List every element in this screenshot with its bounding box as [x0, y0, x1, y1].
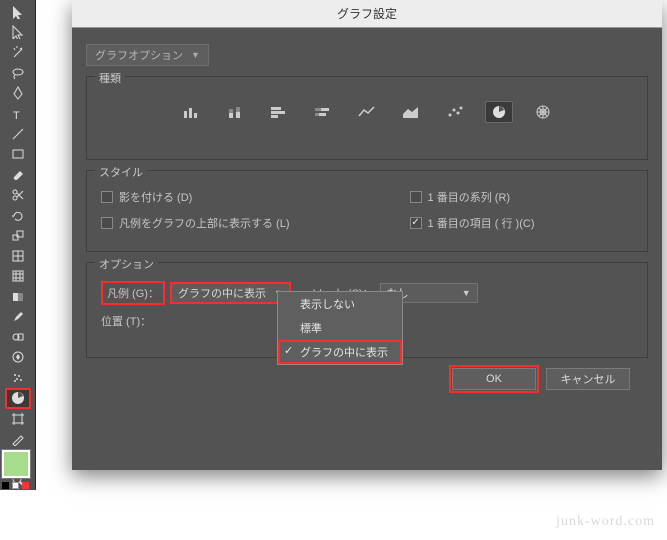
- cancel-button[interactable]: キャンセル: [546, 368, 630, 390]
- tool-rotate[interactable]: [5, 205, 31, 225]
- legend-option-inside[interactable]: ✓ グラフの中に表示: [278, 340, 402, 364]
- graph-settings-dialog: グラフ設定 グラフオプション ▼ 種類 スタイル: [72, 0, 662, 470]
- chart-type-row: [101, 95, 633, 139]
- charttype-pie[interactable]: [485, 101, 513, 123]
- tool-selection[interactable]: [5, 2, 31, 22]
- check-shadow-label: 影を付ける (D): [119, 189, 192, 205]
- check-first-series[interactable]: 1 番目の系列 (R): [410, 189, 633, 205]
- charttype-scatter[interactable]: [441, 101, 469, 123]
- checkbox-icon: [410, 217, 422, 229]
- tool-line[interactable]: [5, 124, 31, 144]
- charttype-stacked-column[interactable]: [221, 101, 249, 123]
- legend-select-value: グラフの中に表示: [178, 285, 266, 301]
- tool-eyedrop[interactable]: [5, 307, 31, 327]
- legend-option-none[interactable]: 表示しない: [278, 292, 402, 316]
- tool-mesh[interactable]: [5, 266, 31, 286]
- tool-graph[interactable]: [5, 388, 31, 409]
- tool-artboard[interactable]: [5, 409, 31, 429]
- app-toolbar: T: [0, 0, 36, 490]
- tool-lasso[interactable]: [5, 63, 31, 83]
- charttype-area[interactable]: [397, 101, 425, 123]
- checkbox-icon: [101, 191, 113, 203]
- check-shadow[interactable]: 影を付ける (D): [101, 189, 410, 205]
- color-mode-dots[interactable]: [2, 482, 29, 489]
- section-style: スタイル 影を付ける (D) 凡例をグラフの上部に表示する (L) 1: [86, 170, 648, 252]
- fill-swatch[interactable]: [2, 450, 30, 478]
- tool-gradient[interactable]: [5, 286, 31, 306]
- tool-brush[interactable]: [5, 165, 31, 185]
- dialog-title: グラフ設定: [337, 5, 397, 22]
- tool-warp[interactable]: [5, 246, 31, 266]
- tool-scissors[interactable]: [5, 185, 31, 205]
- charttype-radar[interactable]: [529, 101, 557, 123]
- main-select[interactable]: グラフオプション ▼: [86, 44, 209, 66]
- tool-symbol[interactable]: [5, 347, 31, 367]
- tool-rect[interactable]: [5, 144, 31, 164]
- charttype-line[interactable]: [353, 101, 381, 123]
- charttype-column[interactable]: [177, 101, 205, 123]
- tool-scale[interactable]: [5, 225, 31, 245]
- chevron-down-icon: ▼: [191, 50, 200, 60]
- tool-direct[interactable]: [5, 22, 31, 42]
- checkbox-icon: [410, 191, 422, 203]
- check-first-item-label: 1 番目の項目 ( 行 )(C): [428, 215, 535, 231]
- check-legend-top-label: 凡例をグラフの上部に表示する (L): [119, 215, 290, 231]
- charttype-stacked-bar[interactable]: [309, 101, 337, 123]
- legend-option-standard[interactable]: 標準: [278, 316, 402, 340]
- legend-label: 凡例 (G)：: [101, 281, 165, 305]
- position-label: 位置 (T)：: [101, 313, 151, 329]
- section-options-legend: オプション: [95, 256, 158, 272]
- tool-wand[interactable]: [5, 43, 31, 63]
- dialog-titlebar: グラフ設定: [72, 0, 662, 28]
- tool-slice[interactable]: [5, 429, 31, 449]
- section-style-legend: スタイル: [95, 164, 147, 180]
- tool-type[interactable]: T: [5, 104, 31, 124]
- check-legend-top[interactable]: 凡例をグラフの上部に表示する (L): [101, 215, 410, 231]
- tool-spray[interactable]: [5, 368, 31, 388]
- checkbox-icon: [101, 217, 113, 229]
- chevron-down-icon: ▼: [462, 288, 471, 298]
- section-options: オプション 凡例 (G)： グラフの中に表示 ▼ ソート (S)： なし ▼ 位…: [86, 262, 648, 358]
- tool-pen[interactable]: [5, 83, 31, 103]
- legend-select[interactable]: グラフの中に表示 ▼: [171, 283, 290, 303]
- section-type: 種類: [86, 76, 648, 160]
- check-icon: ✓: [284, 344, 293, 357]
- main-select-label: グラフオプション: [95, 47, 183, 63]
- section-type-legend: 種類: [95, 70, 125, 86]
- check-first-item[interactable]: 1 番目の項目 ( 行 )(C): [410, 215, 633, 231]
- check-first-series-label: 1 番目の系列 (R): [428, 189, 511, 205]
- ok-button[interactable]: OK: [452, 368, 536, 390]
- tool-blend[interactable]: [5, 327, 31, 347]
- legend-select-menu: 表示しない 標準 ✓ グラフの中に表示: [277, 291, 403, 365]
- charttype-bar[interactable]: [265, 101, 293, 123]
- svg-text:T: T: [13, 110, 20, 121]
- watermark: junk-word.com: [556, 514, 655, 530]
